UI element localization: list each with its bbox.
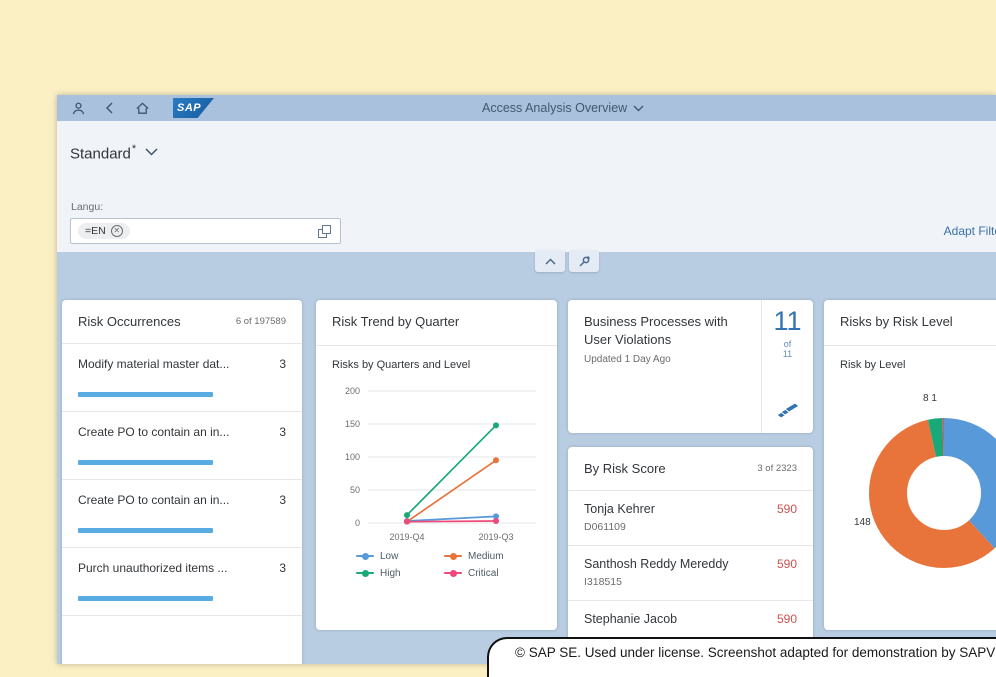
variant-selector[interactable]: Standard* [70,143,158,163]
risk-count: 3 [279,424,286,439]
card-counter: 3 of 2323 [757,463,797,474]
risk-bar [78,527,214,533]
filter-token-text: =EN [85,225,106,237]
kpi-of-label: of [783,339,792,349]
donut-chart: 8 1 148 [854,393,996,568]
svg-text:0: 0 [355,518,360,528]
list-item[interactable]: Modify material master dat... 3 [62,344,302,412]
svg-text:8 1: 8 1 [923,393,937,404]
legend-item: Medium [444,551,532,562]
legend-item: High [356,568,444,579]
card-title: Risks by Risk Level [840,314,953,329]
risk-label: Create PO to contain an in... [78,424,230,439]
legend-item: Critical [444,568,532,579]
svg-text:150: 150 [345,419,360,429]
variant-modified-marker: * [131,143,137,155]
license-caption-text: © SAP SE. Used under license. Screenshot… [515,645,996,660]
business-process-icon [776,402,800,419]
risk-score-value: 590 [776,501,797,516]
risk-score-value: 590 [776,556,797,571]
updated-timestamp: Updated 1 Day Ago [584,354,671,366]
language-filter-label: Langu: [71,201,104,213]
table-row[interactable]: Santhosh Reddy Mereddy I318515 590 [568,546,813,601]
table-row[interactable]: Tonja Kehrer D061109 590 [568,491,813,546]
risk-count: 3 [279,560,286,575]
app-title: Access Analysis Overview [482,101,628,115]
list-item[interactable]: Create PO to contain an in... 3 [62,412,302,480]
collapse-header-button[interactable] [535,250,565,272]
chart-subtitle: Risks by Quarters and Level [332,358,471,371]
risk-label: Create PO to contain an in... [78,492,230,507]
card-risks-by-level[interactable]: Risks by Risk Level Risk by Level 8 1 148… [824,300,996,630]
card-business-processes[interactable]: Business Processes with User Violations … [568,300,813,433]
risk-bar [78,595,214,601]
risk-occurrence-list: Modify material master dat... 3 Create P… [62,344,302,616]
license-caption: © SAP SE. Used under license. Screenshot… [487,637,996,677]
svg-text:100: 100 [345,452,360,462]
card-counter: 6 of 197589 [235,316,286,327]
card-title: Business Processes with User Violations [584,314,728,347]
pin-icon [578,255,590,267]
user-name: Stephanie Jacob [584,611,678,626]
risk-score-value: 590 [776,611,797,626]
chevron-up-icon [544,257,556,265]
svg-text:2019-Q3: 2019-Q3 [478,532,513,542]
card-by-risk-score[interactable]: By Risk Score 3 of 2323 Tonja Kehrer D06… [568,447,813,664]
user-id: D061109 [584,520,626,533]
user-icon[interactable] [69,99,87,117]
card-risk-trend[interactable]: Risk Trend by Quarter Risks by Quarters … [316,300,557,630]
svg-text:200: 200 [345,386,360,396]
chevron-down-icon [145,148,158,156]
risk-bar [78,391,214,397]
risk-count: 3 [279,356,286,371]
kpi-total: 11 [782,349,793,359]
card-title: Risk Trend by Quarter [332,314,460,329]
line-chart: 0 50 100 150 200 2019-Q4 2019-Q3 [345,386,536,542]
back-icon[interactable] [101,99,119,117]
risk-label: Modify material master dat... [78,356,230,371]
home-icon[interactable] [133,99,151,117]
risk-score-list: Tonja Kehrer D061109 590 Santhosh Reddy … [568,491,813,652]
card-title: Risk Occurrences [78,314,181,329]
variant-name: Standard [70,145,131,163]
chart-subtitle: Risk by Level [840,358,906,371]
filter-bar: Standard* Langu: =EN ✕ Adapt Filters [57,121,996,252]
value-help-icon[interactable] [318,225,331,238]
pin-header-button[interactable] [569,250,599,272]
header-buttons [535,250,599,272]
chevron-down-icon [633,105,644,111]
remove-token-icon[interactable]: ✕ [110,225,123,237]
svg-text:50: 50 [350,485,360,495]
user-id: I318515 [584,575,622,588]
language-filter-input[interactable]: =EN ✕ [70,218,341,244]
app-title-menu[interactable]: Access Analysis Overview [482,95,644,121]
user-name: Tonja Kehrer [584,501,655,516]
svg-text:148: 148 [854,517,871,528]
user-name: Santhosh Reddy Mereddy [584,556,729,571]
app-window: SAP Access Analysis Overview Standard* L… [57,95,996,664]
filter-token: =EN ✕ [78,223,130,239]
adapt-filters-link[interactable]: Adapt Filters [944,224,996,238]
risk-count: 3 [279,492,286,507]
line-chart-legend: Low Medium High Critical [356,551,546,585]
svg-text:2019-Q4: 2019-Q4 [389,532,424,542]
sap-logo[interactable]: SAP [173,98,214,118]
kpi-value: 11 [773,306,802,336]
list-item[interactable]: Purch unauthorized items ... 3 [62,548,302,616]
card-risk-occurrences[interactable]: Risk Occurrences 6 of 197589 Modify mate… [62,300,302,664]
legend-item: Low [356,551,444,562]
risk-label: Purch unauthorized items ... [78,560,228,575]
card-title: By Risk Score [584,461,666,476]
list-item[interactable]: Create PO to contain an in... 3 [62,480,302,548]
shell-bar: SAP Access Analysis Overview [57,95,996,121]
risk-bar [78,459,214,465]
